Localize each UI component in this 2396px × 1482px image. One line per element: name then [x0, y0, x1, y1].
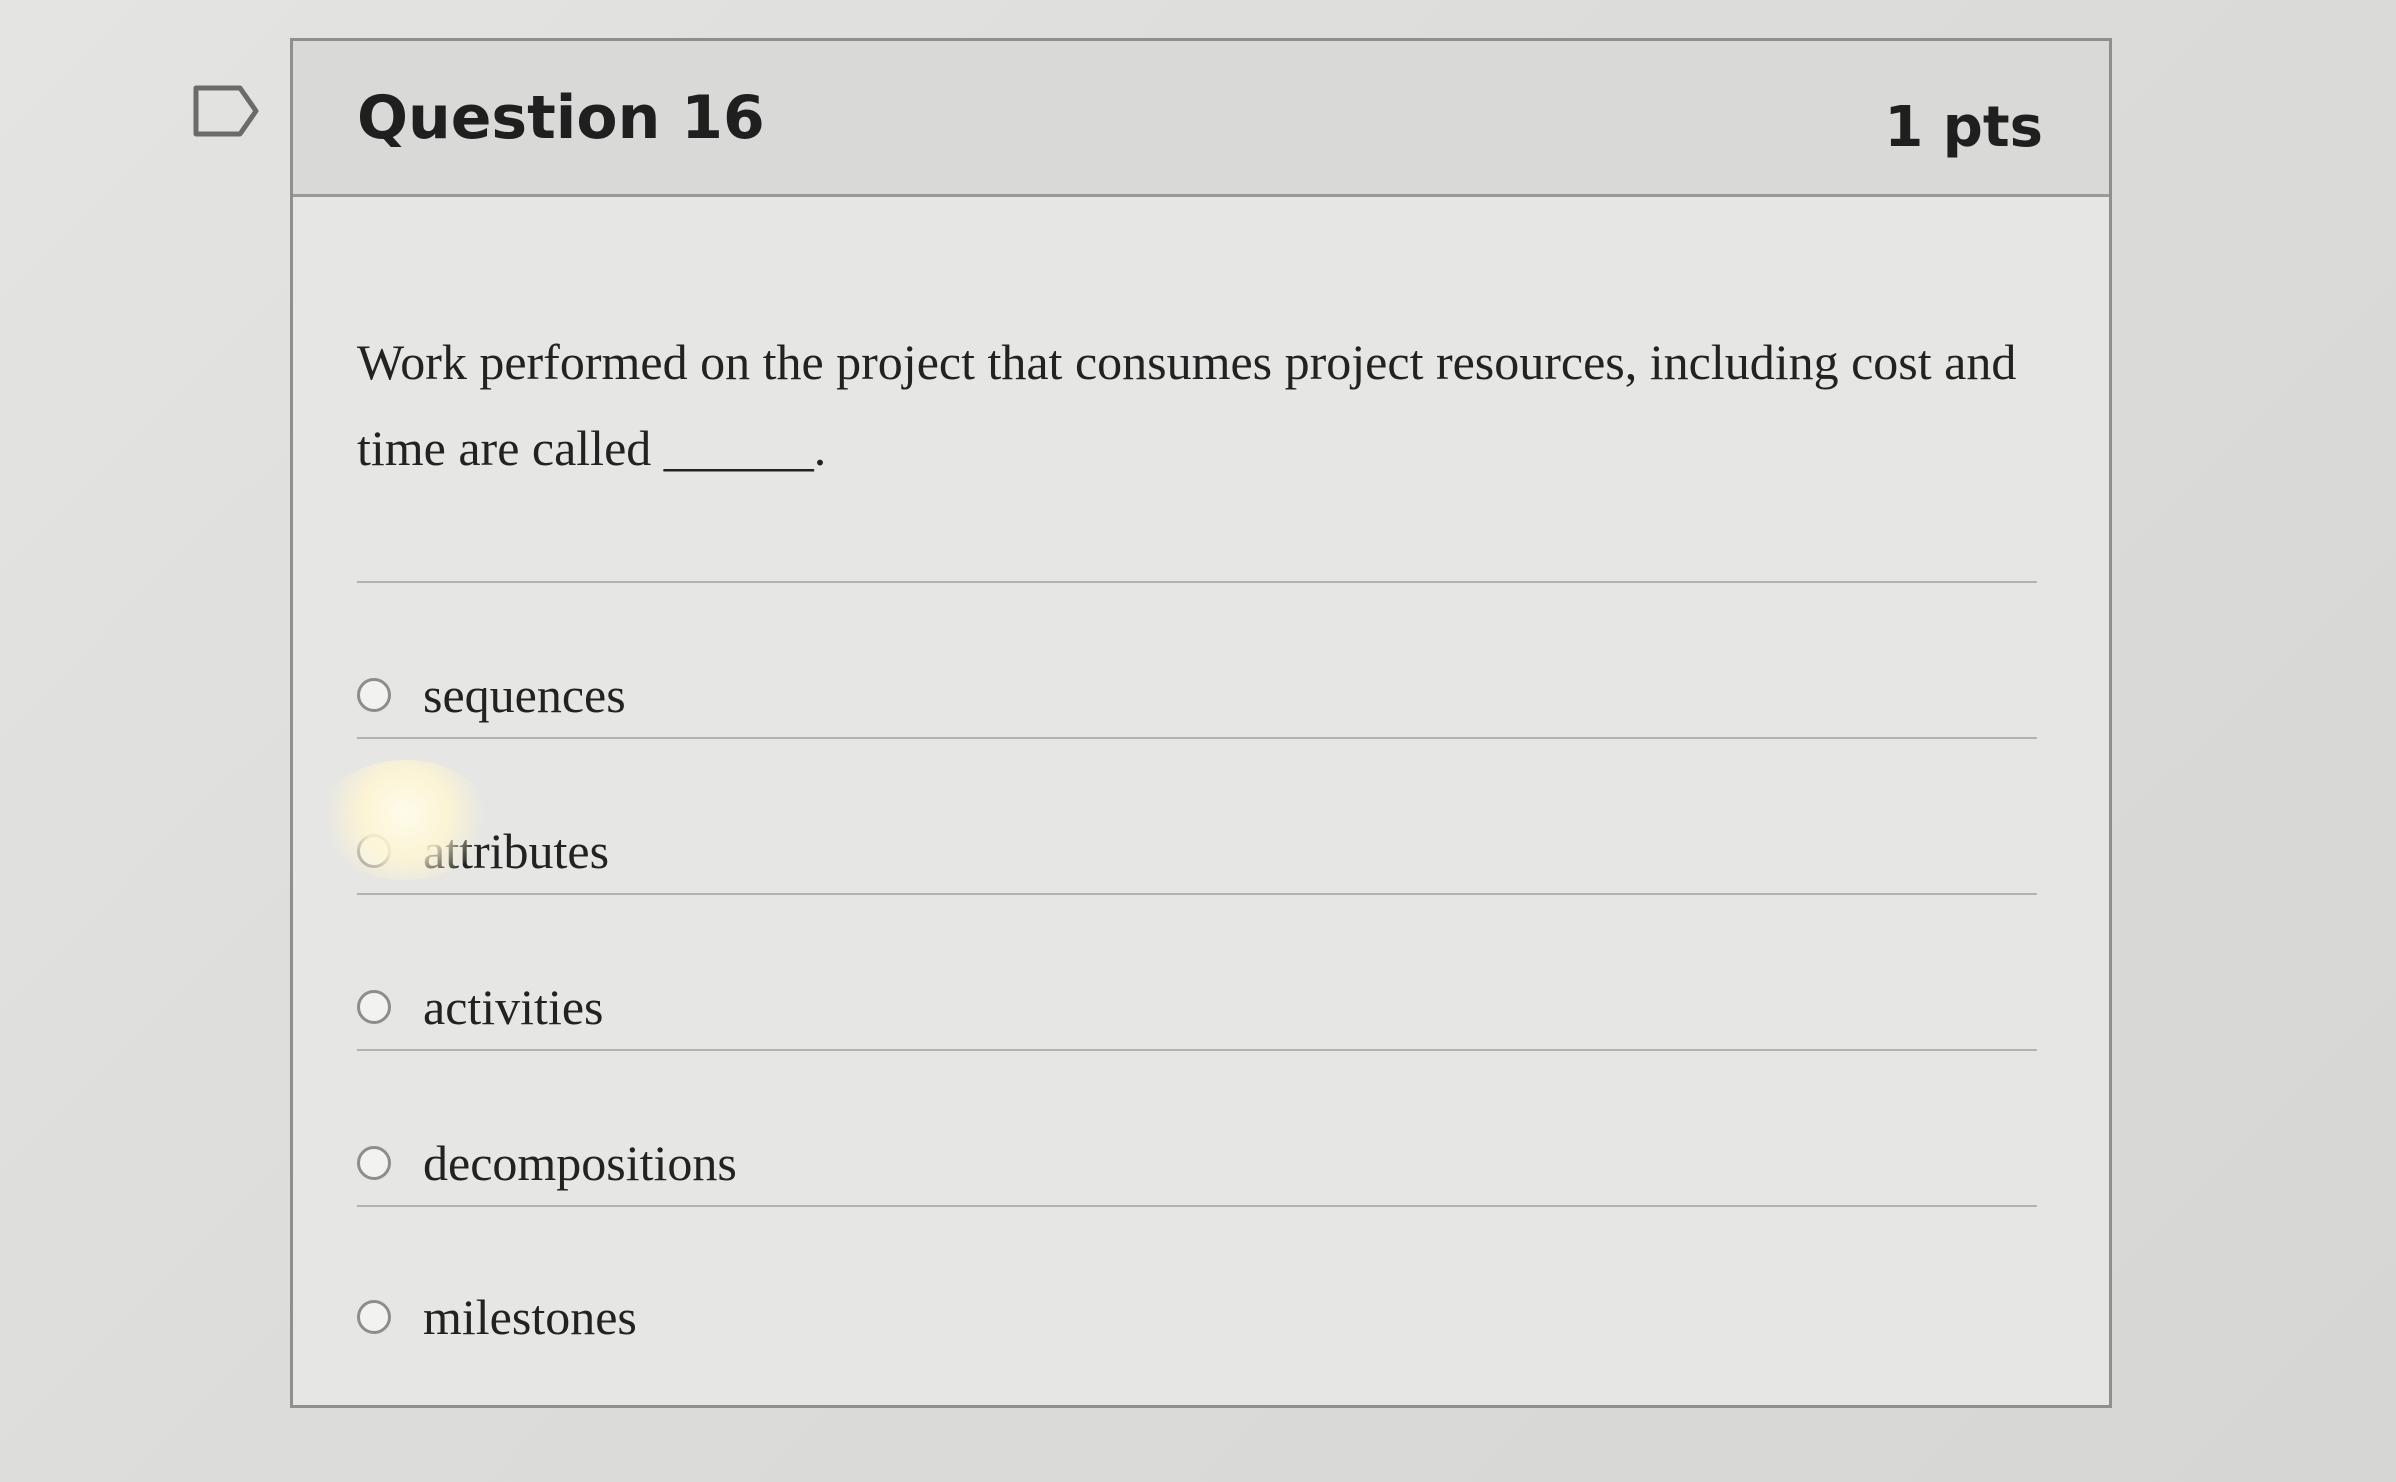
answer-divider — [357, 581, 2037, 583]
answer-label: milestones — [423, 1289, 637, 1345]
answer-option-milestones[interactable]: milestones — [357, 1277, 2037, 1357]
question-text: Work performed on the project that consu… — [357, 334, 2017, 476]
radio-button[interactable] — [357, 678, 391, 712]
answer-option-attributes[interactable]: attributes — [357, 811, 2037, 891]
radio-button[interactable] — [357, 990, 391, 1024]
radio-button[interactable] — [357, 834, 391, 868]
answer-option-decompositions[interactable]: decompositions — [357, 1123, 2037, 1203]
answer-label: sequences — [423, 667, 626, 723]
flag-question-icon[interactable] — [192, 84, 260, 138]
answer-divider — [357, 1049, 2037, 1051]
question-header: Question 16 1 pts — [293, 41, 2109, 197]
question-title: Question 16 — [357, 83, 765, 153]
answer-label: activities — [423, 979, 604, 1035]
answer-option-activities[interactable]: activities — [357, 967, 2037, 1047]
answer-divider — [357, 1205, 2037, 1207]
answer-divider — [357, 893, 2037, 895]
answer-divider — [357, 737, 2037, 739]
answer-label: attributes — [423, 823, 610, 879]
answer-option-sequences[interactable]: sequences — [357, 655, 2037, 735]
question-card: Question 16 1 pts Work performed on the … — [290, 38, 2112, 1408]
question-points: 1 pts — [1884, 95, 2043, 160]
answer-label: decompositions — [423, 1135, 737, 1191]
radio-button[interactable] — [357, 1146, 391, 1180]
radio-button[interactable] — [357, 1300, 391, 1334]
